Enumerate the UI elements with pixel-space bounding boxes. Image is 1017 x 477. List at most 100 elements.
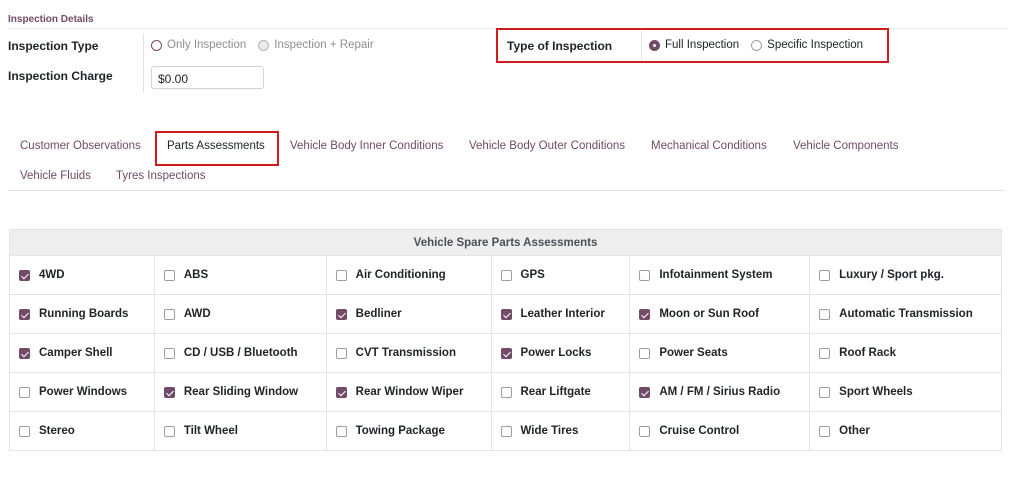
- checkbox-checked-icon[interactable]: [500, 308, 512, 320]
- checkbox-unchecked-icon[interactable]: [639, 347, 651, 359]
- part-label: 4WD: [39, 269, 65, 281]
- part-label: Rear Window Wiper: [355, 386, 464, 398]
- part-checkbox-item[interactable]: Rear Sliding Window: [163, 386, 326, 398]
- part-checkbox-item[interactable]: Air Conditioning: [335, 269, 491, 281]
- checkbox-unchecked-icon[interactable]: [163, 269, 175, 281]
- tab-tyres-inspections[interactable]: Tyres Inspections: [116, 170, 205, 182]
- checkbox-unchecked-icon[interactable]: [500, 269, 512, 281]
- part-checkbox-item[interactable]: Leather Interior: [500, 308, 630, 320]
- checkbox-unchecked-icon[interactable]: [19, 386, 30, 398]
- checkbox-unchecked-icon[interactable]: [639, 425, 651, 437]
- radio-only-inspection[interactable]: Only Inspection: [151, 39, 246, 51]
- part-checkbox-item[interactable]: Other: [819, 425, 1001, 437]
- part-checkbox-item[interactable]: ABS: [163, 269, 326, 281]
- part-checkbox-item[interactable]: Rear Window Wiper: [335, 386, 491, 398]
- part-checkbox-item[interactable]: AM / FM / Sirius Radio: [639, 386, 809, 398]
- checkbox-unchecked-icon[interactable]: [819, 386, 831, 398]
- tab-vehicle-fluids[interactable]: Vehicle Fluids: [20, 170, 91, 182]
- part-checkbox-item[interactable]: CVT Transmission: [335, 347, 491, 359]
- part-cell: Cruise Control: [629, 411, 811, 451]
- part-checkbox-item[interactable]: Wide Tires: [500, 425, 630, 437]
- checkbox-unchecked-icon[interactable]: [335, 269, 347, 281]
- part-checkbox-item[interactable]: Power Seats: [639, 347, 809, 359]
- part-cell: Wide Tires: [490, 411, 631, 451]
- part-cell: Roof Rack: [809, 333, 1002, 373]
- table-title: Vehicle Spare Parts Assessments: [9, 229, 1002, 256]
- part-cell: Power Windows: [9, 372, 155, 412]
- tab-parts-assessments[interactable]: Parts Assessments: [167, 140, 265, 152]
- part-checkbox-item[interactable]: Automatic Transmission: [819, 308, 1001, 320]
- checkbox-checked-icon[interactable]: [19, 347, 30, 359]
- checkbox-checked-icon[interactable]: [335, 308, 347, 320]
- field-divider: [143, 34, 144, 92]
- part-label: Stereo: [39, 425, 75, 437]
- part-checkbox-item[interactable]: Infotainment System: [639, 269, 809, 281]
- table-row: Camper Shell CD / USB / Bluetooth CVT Tran…: [9, 333, 1002, 373]
- part-cell: GPS: [490, 255, 631, 295]
- tab-vehicle-body-outer-conditions[interactable]: Vehicle Body Outer Conditions: [469, 140, 625, 152]
- inspection-charge-input[interactable]: $0.00: [151, 66, 264, 89]
- part-checkbox-item[interactable]: AWD: [163, 308, 326, 320]
- checkbox-unchecked-icon[interactable]: [500, 386, 512, 398]
- part-label: CD / USB / Bluetooth: [183, 347, 298, 359]
- radio-specific-inspection[interactable]: Specific Inspection: [751, 39, 863, 51]
- part-checkbox-item[interactable]: 4WD: [19, 269, 154, 281]
- checkbox-unchecked-icon[interactable]: [163, 347, 175, 359]
- checkbox-checked-icon[interactable]: [335, 386, 347, 398]
- part-checkbox-item[interactable]: CD / USB / Bluetooth: [163, 347, 326, 359]
- part-cell: CVT Transmission: [325, 333, 492, 373]
- part-checkbox-item[interactable]: Sport Wheels: [819, 386, 1001, 398]
- part-checkbox-item[interactable]: Power Windows: [19, 386, 154, 398]
- part-label: Cruise Control: [659, 425, 740, 437]
- part-label: AM / FM / Sirius Radio: [659, 386, 781, 398]
- part-checkbox-item[interactable]: Towing Package: [335, 425, 491, 437]
- checkbox-unchecked-icon[interactable]: [819, 308, 831, 320]
- part-checkbox-item[interactable]: Stereo: [19, 425, 154, 437]
- part-checkbox-item[interactable]: GPS: [500, 269, 630, 281]
- inspection-type-radio-group: Only Inspection Inspection + Repair: [151, 39, 386, 51]
- part-cell: AM / FM / Sirius Radio: [629, 372, 811, 412]
- part-checkbox-item[interactable]: Cruise Control: [639, 425, 809, 437]
- field-divider: [641, 31, 642, 60]
- part-checkbox-item[interactable]: Moon or Sun Roof: [639, 308, 809, 320]
- part-cell: Rear Sliding Window: [153, 372, 327, 412]
- part-label: Other: [839, 425, 870, 437]
- part-checkbox-item[interactable]: Tilt Wheel: [163, 425, 326, 437]
- checkbox-unchecked-icon[interactable]: [163, 308, 175, 320]
- checkbox-unchecked-icon[interactable]: [819, 425, 831, 437]
- checkbox-checked-icon[interactable]: [19, 269, 30, 281]
- part-checkbox-item[interactable]: Running Boards: [19, 308, 154, 320]
- part-checkbox-item[interactable]: Rear Liftgate: [500, 386, 630, 398]
- tab-mechanical-conditions[interactable]: Mechanical Conditions: [651, 140, 767, 152]
- checkbox-checked-icon[interactable]: [639, 308, 651, 320]
- checkbox-unchecked-icon[interactable]: [819, 269, 831, 281]
- radio-full-inspection[interactable]: Full Inspection: [649, 39, 739, 51]
- checkbox-checked-icon[interactable]: [639, 386, 651, 398]
- table-row: Running Boards AWD Bedliner Leather Interio…: [9, 294, 1002, 334]
- checkbox-unchecked-icon[interactable]: [335, 347, 347, 359]
- part-checkbox-item[interactable]: Power Locks: [500, 347, 630, 359]
- checkbox-checked-icon[interactable]: [500, 347, 512, 359]
- tab-customer-observations[interactable]: Customer Observations: [20, 140, 141, 152]
- part-checkbox-item[interactable]: Bedliner: [335, 308, 491, 320]
- part-cell: Rear Liftgate: [490, 372, 631, 412]
- checkbox-checked-icon[interactable]: [163, 386, 175, 398]
- part-label: CVT Transmission: [355, 347, 456, 359]
- radio-inspection-repair[interactable]: Inspection + Repair: [258, 39, 374, 51]
- inspection-type-label: Inspection Type: [8, 39, 99, 53]
- checkbox-unchecked-icon[interactable]: [819, 347, 831, 359]
- part-checkbox-item[interactable]: Camper Shell: [19, 347, 154, 359]
- part-cell: ABS: [153, 255, 327, 295]
- part-checkbox-item[interactable]: Luxury / Sport pkg.: [819, 269, 1001, 281]
- section-title: Inspection Details: [8, 14, 1008, 29]
- checkbox-unchecked-icon[interactable]: [639, 269, 651, 281]
- tab-vehicle-body-inner-conditions[interactable]: Vehicle Body Inner Conditions: [290, 140, 443, 152]
- checkbox-unchecked-icon[interactable]: [163, 425, 175, 437]
- part-checkbox-item[interactable]: Roof Rack: [819, 347, 1001, 359]
- checkbox-unchecked-icon[interactable]: [19, 425, 30, 437]
- checkbox-unchecked-icon[interactable]: [500, 425, 512, 437]
- checkbox-unchecked-icon[interactable]: [335, 425, 347, 437]
- type-of-inspection-label: Type of Inspection: [507, 39, 613, 53]
- checkbox-checked-icon[interactable]: [19, 308, 30, 320]
- tab-vehicle-components[interactable]: Vehicle Components: [793, 140, 898, 152]
